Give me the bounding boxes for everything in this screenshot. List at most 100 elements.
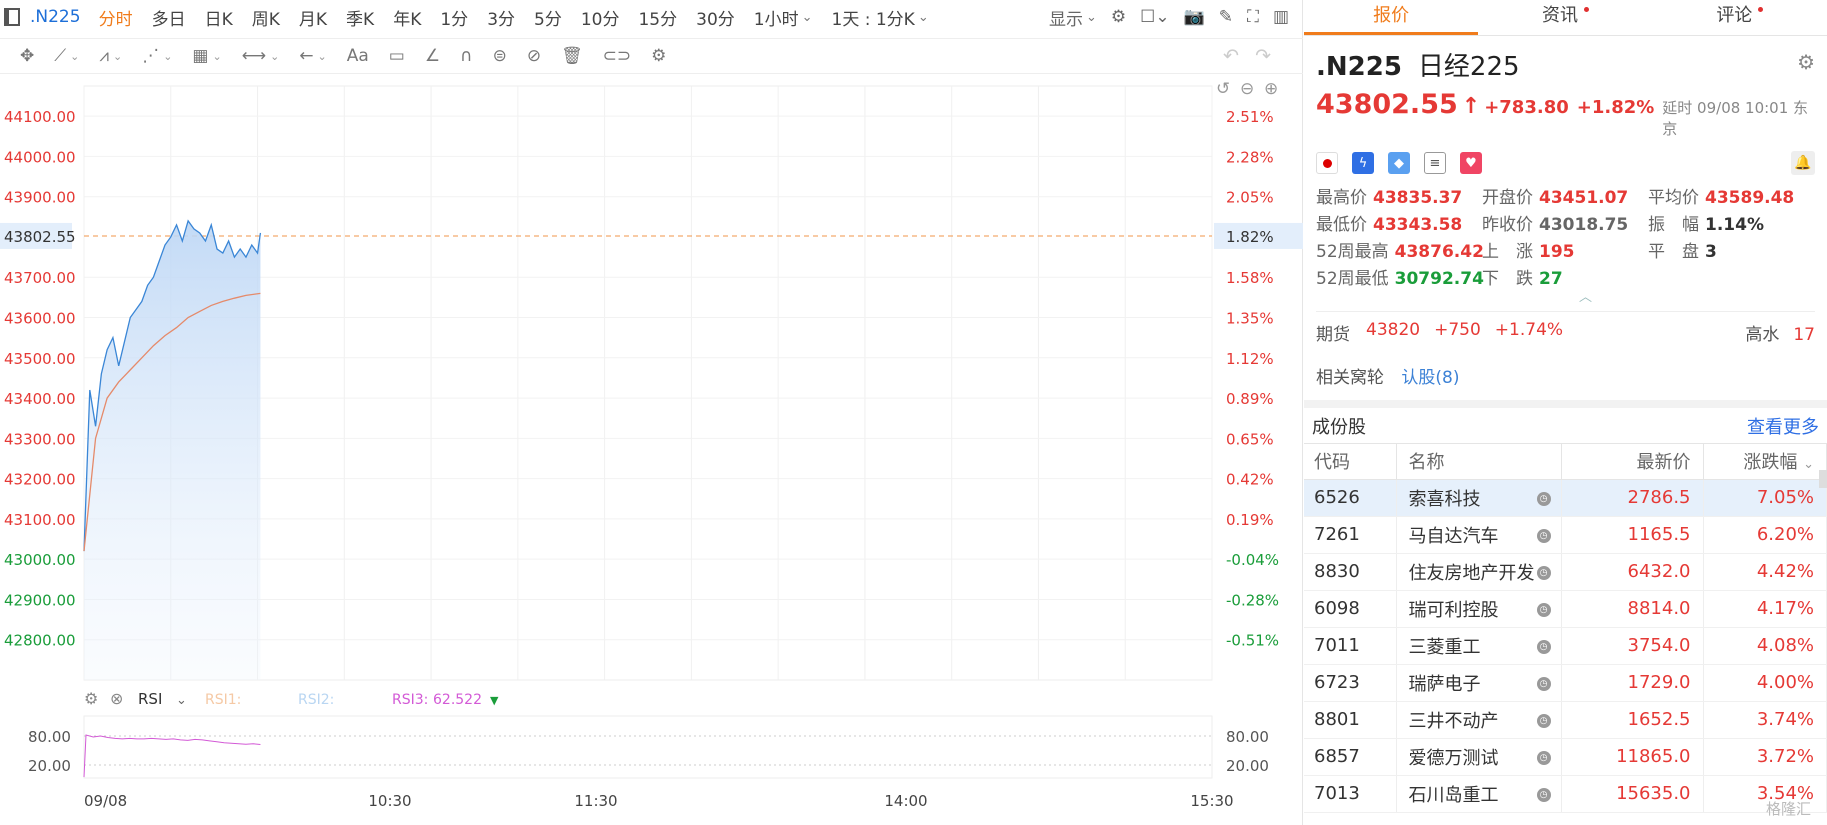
trash-icon[interactable]: 🗑 [561, 46, 583, 66]
sort-chevron-icon: ⌄ [1803, 457, 1814, 473]
tab-1[interactable]: 资讯 [1478, 0, 1652, 35]
brush-icon[interactable]: ∠ [425, 46, 440, 66]
document-icon[interactable]: ≡ [1424, 152, 1446, 174]
y-tick-label: 43400.00 [4, 390, 76, 408]
quote-settings-icon[interactable]: ⚙ [1797, 50, 1815, 74]
wave-tool-icon[interactable]: ⋰ ⌄ [142, 46, 172, 66]
layout-select-icon[interactable]: ☐⌄ [1140, 7, 1169, 27]
col-price[interactable]: 最新价 [1561, 444, 1704, 480]
clock-icon: ◷ [1536, 602, 1551, 617]
crosshair-icon[interactable]: ✥ [20, 46, 34, 66]
lightning-icon[interactable]: ϟ [1352, 152, 1374, 174]
table-row[interactable]: 6098 瑞可利控股 ◷ 8814.0 4.17% [1304, 590, 1827, 628]
cell-pct: 6.20% [1703, 516, 1827, 554]
sidebar-icon[interactable]: ▥ [1273, 7, 1289, 27]
arrow-tool-icon[interactable]: ← ⌄ [299, 46, 326, 66]
table-row[interactable]: 6723 瑞萨电子 ◷ 1729.0 4.00% [1304, 664, 1827, 702]
table-row[interactable]: 8801 三井不动产 ◷ 1652.5 3.74% [1304, 701, 1827, 739]
cell-name-text: 瑞萨电子 [1408, 673, 1481, 695]
collapse-caret-icon[interactable]: ︿ [1356, 291, 1815, 304]
lock-drawings-icon[interactable]: ⊜ [493, 46, 507, 66]
cell-name: 住友房地产开发 ◷ [1396, 553, 1562, 591]
panel-toggle-icon[interactable] [4, 8, 20, 26]
period-tab-1[interactable]: 多日 [152, 5, 186, 30]
table-row[interactable]: 6857 爱德万测试 ◷ 11865.0 3.72% [1304, 738, 1827, 776]
measure-tool-icon[interactable]: ⟷ ⌄ [242, 46, 280, 66]
cell-price: 11865.0 [1561, 738, 1704, 776]
camera-icon[interactable]: 📷 [1184, 7, 1205, 27]
period-tab-0[interactable]: 分时 [99, 5, 133, 30]
x-tick-label: 11:30 [574, 792, 617, 810]
cell-code: 8830 [1304, 553, 1397, 591]
rsi-level-label: 20.00 [28, 757, 71, 775]
range-select[interactable]: 1天 : 1分K [832, 5, 929, 30]
fib-tool-icon[interactable]: ▦ ⌄ [192, 46, 221, 66]
period-tab-5[interactable]: 季K [346, 5, 374, 30]
display-select[interactable]: 显示 [1049, 5, 1097, 30]
cell-code: 7013 [1304, 775, 1397, 813]
cell-name: 石川岛重工 ◷ [1396, 775, 1562, 813]
hide-drawings-icon[interactable]: ⊘ [527, 46, 541, 66]
col-code[interactable]: 代码 [1304, 444, 1397, 480]
undo-redo-icons[interactable]: ↶↷ [1223, 45, 1287, 67]
polyline-tool-icon[interactable]: ⩘ ⌄ [99, 46, 122, 66]
table-row[interactable]: 7011 三菱重工 ◷ 3754.0 4.08% [1304, 627, 1827, 665]
table-row[interactable]: 6526 索喜科技 ◷ 2786.5 7.05% [1304, 479, 1827, 517]
settings-icon[interactable]: ⚙ [1111, 7, 1126, 27]
clock-icon: ◷ [1536, 713, 1551, 728]
alert-bell-icon[interactable]: 🔔 [1791, 151, 1815, 175]
text-tool[interactable]: Aa [347, 46, 369, 66]
warrant-link[interactable]: 认股(8) [1401, 368, 1459, 388]
table-row[interactable]: 8830 住友房地产开发 ◷ 6432.0 4.42% [1304, 553, 1827, 591]
clock-icon: ◷ [1536, 528, 1551, 543]
period-tab-3[interactable]: 周K [252, 5, 280, 30]
favorite-heart-icon[interactable]: ♥ [1460, 152, 1482, 174]
y-pct-tick-label: 1.35% [1226, 310, 1274, 328]
period-tab-10[interactable]: 10分 [581, 5, 620, 30]
period-tab-6[interactable]: 年K [393, 5, 421, 30]
rsi1-label: RSI1: [205, 692, 241, 708]
rsi3-value: 62.522 [433, 692, 482, 708]
magnet-icon[interactable]: ∩ [460, 46, 472, 66]
table-row[interactable]: 7261 马自达汽车 ◷ 1165.5 6.20% [1304, 516, 1827, 554]
view-more-link[interactable]: 查看更多 [1747, 413, 1819, 439]
tab-2[interactable]: 评论 [1653, 0, 1827, 35]
table-row[interactable]: 7013 石川岛重工 ◷ 15635.0 3.54% [1304, 775, 1827, 813]
stat-label: 昨收价 [1482, 215, 1533, 235]
cell-name: 爱德万测试 ◷ [1396, 738, 1562, 776]
col-pct-label: 涨跌幅 [1743, 452, 1798, 474]
tab-0[interactable]: 报价 [1304, 0, 1479, 35]
symbol-label[interactable]: .N225 [30, 7, 81, 27]
zoom-out-icon: ⊖ [1240, 79, 1254, 99]
link-icon[interactable]: ⊂⊃ [603, 46, 632, 66]
pen-icon[interactable]: ✎ [1219, 7, 1233, 27]
stat-cell: 最高价 43835.37 [1316, 185, 1482, 212]
period-tab-4[interactable]: 月K [299, 5, 327, 30]
period-tab-11[interactable]: 15分 [638, 5, 677, 30]
comment-icon[interactable]: ▭ [389, 46, 405, 66]
period-tab-2[interactable]: 日K [205, 5, 233, 30]
line-tool-icon[interactable]: ⟋ ⌄ [54, 46, 79, 66]
y-tick-label: 43900.00 [4, 189, 76, 207]
draw-settings-icon[interactable]: ⚙ [651, 46, 666, 66]
hour-select[interactable]: 1小时 [754, 5, 813, 30]
period-tab-7[interactable]: 1分 [440, 5, 468, 30]
period-tab-9[interactable]: 5分 [534, 5, 562, 30]
price-chart[interactable]: 44100.00 2.51% 44000.00 2.28% 43900.00 2.05% 4… [0, 76, 1303, 825]
warrant-row: 相关窝轮 认股(8) [1304, 345, 1827, 400]
col-pct[interactable]: 涨跌幅 ⌄ [1703, 444, 1827, 480]
rsi-close-icon: ⊗ [110, 689, 123, 708]
notification-dot [1583, 7, 1589, 12]
scrollbar[interactable] [1819, 470, 1827, 488]
period-tab-12[interactable]: 30分 [696, 5, 735, 30]
stat-cell: 下 跌 27 [1482, 266, 1648, 293]
quote-tabs: 报价 资讯 评论 [1304, 0, 1827, 36]
cell-price: 8814.0 [1561, 590, 1704, 628]
y-tick-label: 43600.00 [4, 310, 76, 328]
stat-cell: 最低价 43343.58 [1316, 212, 1482, 239]
period-tab-8[interactable]: 3分 [487, 5, 515, 30]
fullscreen-icon[interactable]: ⛶ [1247, 7, 1259, 27]
tag-icon[interactable]: ◆ [1388, 152, 1410, 174]
cell-pct: 4.00% [1703, 664, 1827, 702]
col-name[interactable]: 名称 [1396, 444, 1562, 480]
